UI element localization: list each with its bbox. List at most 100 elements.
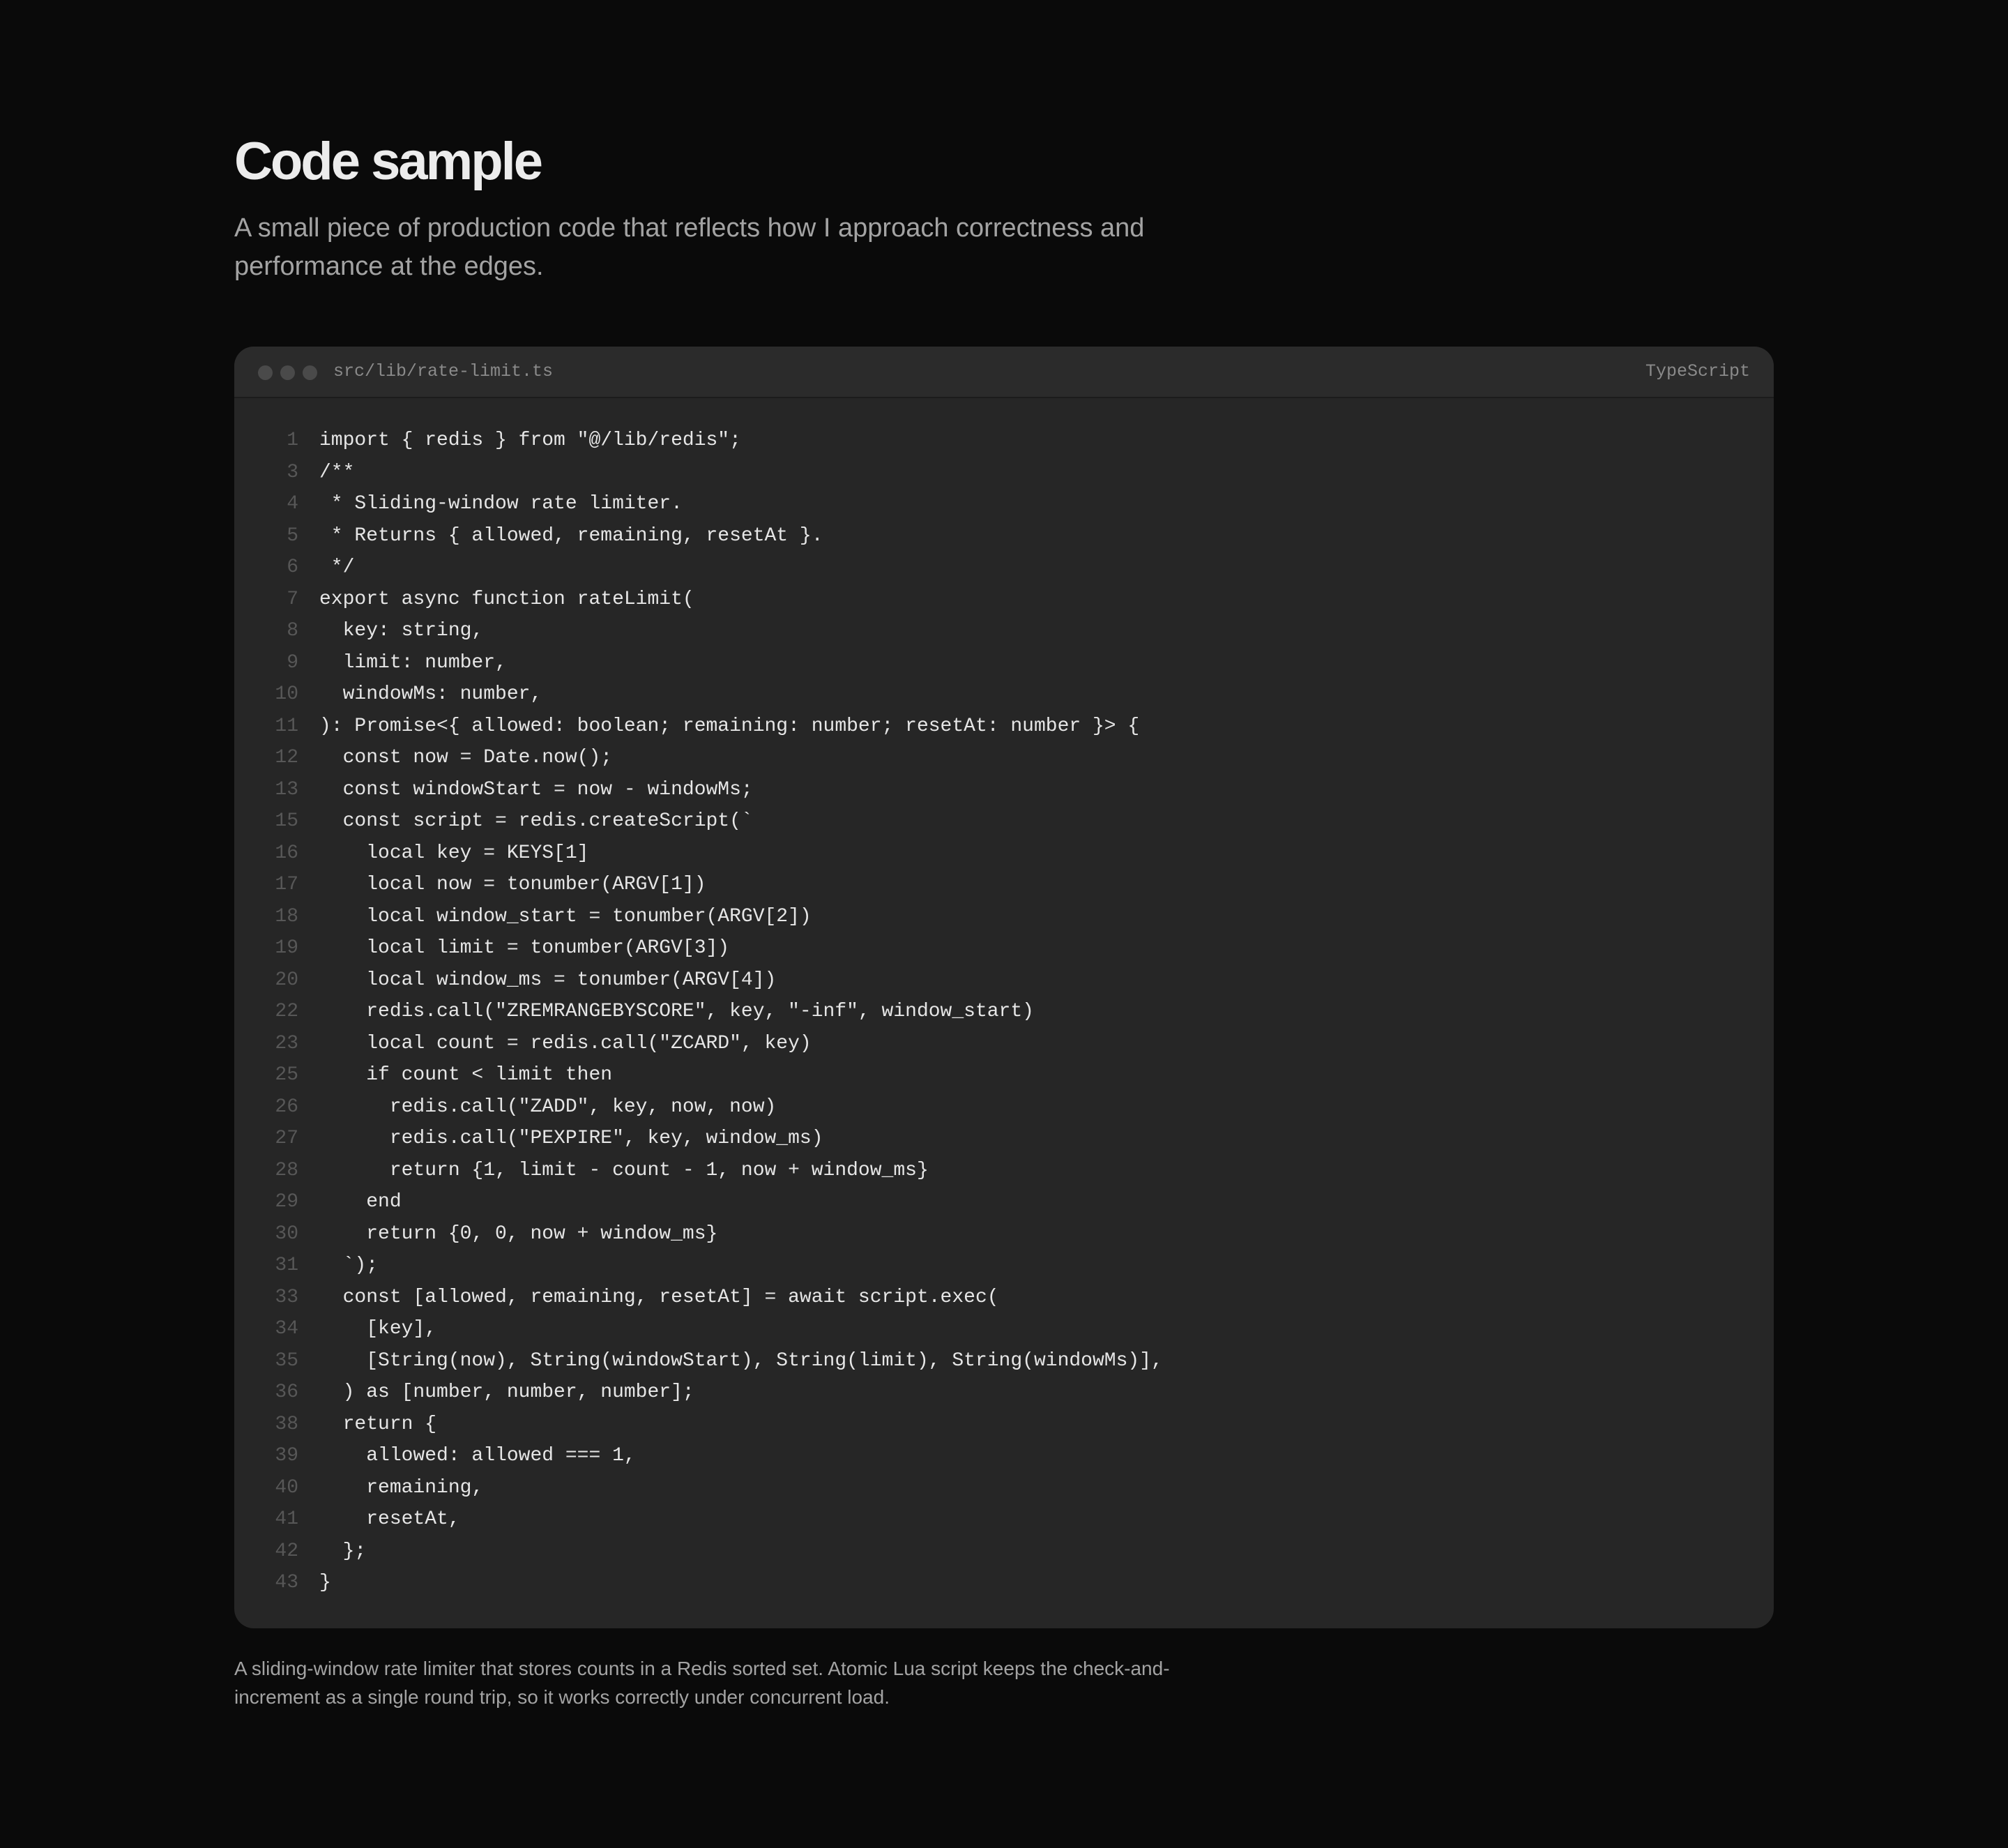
code-line: 20 local window_ms = tonumber(ARGV[4]) (234, 964, 1774, 997)
code-line: 41 resetAt, (234, 1504, 1774, 1536)
line-code: ): Promise<{ allowed: boolean; remaining… (319, 715, 1140, 737)
line-number: 42 (275, 1540, 298, 1562)
line-code: remaining, (319, 1476, 484, 1499)
code-line: 23 local count = redis.call("ZCARD", key… (234, 1028, 1774, 1060)
line-number: 25 (275, 1064, 298, 1086)
line-number: 18 (275, 905, 298, 927)
code-line: 1 import { redis } from "@/lib/redis"; (234, 425, 1774, 457)
code-line: 10 windowMs: number, (234, 679, 1774, 711)
line-number: 29 (275, 1191, 298, 1213)
line-code: local key = KEYS[1] (319, 842, 589, 864)
line-code: local count = redis.call("ZCARD", key) (319, 1032, 812, 1054)
line-number: 43 (275, 1572, 298, 1593)
line-number: 17 (275, 874, 298, 895)
code-line: 6 */ (234, 552, 1774, 584)
line-number: 26 (275, 1096, 298, 1118)
code-line: 11 ): Promise<{ allowed: boolean; remaini… (234, 711, 1774, 743)
code-line: 42 }; (234, 1536, 1774, 1568)
line-number: 33 (275, 1286, 298, 1308)
line-number: 13 (275, 778, 298, 801)
line-code: local window_start = tonumber(ARGV[2]) (319, 905, 812, 927)
page-title: Code sample (234, 132, 543, 191)
line-code: allowed: allowed === 1, (319, 1445, 636, 1467)
line-code: import { redis } from "@/lib/redis"; (319, 430, 741, 451)
code-line: 8 key: string, (234, 615, 1774, 647)
line-number: 9 (287, 651, 298, 674)
code-line: 26 redis.call("ZADD", key, now, now) (234, 1091, 1774, 1123)
line-number: 6 (287, 556, 298, 578)
line-number: 34 (275, 1318, 298, 1340)
line-code: windowMs: number, (319, 683, 542, 705)
line-number: 39 (275, 1445, 298, 1467)
line-code: local limit = tonumber(ARGV[3]) (319, 937, 730, 959)
code-line: 43} (234, 1567, 1774, 1599)
line-number: 20 (275, 969, 298, 991)
code-line: 5 * Returns { allowed, remaining, resetA… (234, 520, 1774, 552)
line-code: * Returns { allowed, remaining, resetAt … (319, 524, 823, 547)
line-code: redis.call("PEXPIRE", key, window_ms) (319, 1128, 823, 1149)
code-line: 35 [String(now), String(windowStart), St… (234, 1345, 1774, 1377)
line-number: 31 (275, 1255, 298, 1276)
code-line: 25 if count < limit then (234, 1059, 1774, 1091)
code-line: 40 remaining, (234, 1472, 1774, 1504)
line-code: const windowStart = now - windowMs; (319, 778, 753, 801)
line-code: end (319, 1191, 402, 1213)
line-code: */ (319, 556, 355, 578)
line-code: redis.call("ZADD", key, now, now) (319, 1096, 777, 1118)
code-line: 22 redis.call("ZREMRANGEBYSCORE", key, "… (234, 996, 1774, 1028)
line-number: 23 (275, 1032, 298, 1054)
code-line: 3 /** (234, 457, 1774, 489)
code-line: 17 local now = tonumber(ARGV[1]) (234, 869, 1774, 901)
line-number: 41 (275, 1508, 298, 1530)
line-number: 22 (275, 1001, 298, 1022)
code-line: 19 local limit = tonumber(ARGV[3]) (234, 932, 1774, 964)
line-code: [String(now), String(windowStart), Strin… (319, 1349, 1163, 1372)
line-code: const script = redis.createScript(` (319, 810, 753, 832)
line-number: 3 (287, 461, 298, 483)
code-line: 27 redis.call("PEXPIRE", key, window_ms) (234, 1123, 1774, 1155)
line-number: 1 (287, 430, 298, 451)
code-body[interactable]: 1 import { redis } from "@/lib/redis"; 3 /*… (234, 425, 1774, 1599)
language-label: TypeScript (1645, 361, 1750, 381)
line-number: 11 (275, 715, 298, 737)
line-code: limit: number, (319, 651, 507, 674)
line-code: redis.call("ZREMRANGEBYSCORE", key, "-in… (319, 1001, 1034, 1022)
code-line: 7 export async function rateLimit( (234, 584, 1774, 616)
line-code: }; (319, 1540, 367, 1562)
line-code: [key], (319, 1318, 437, 1340)
line-code: local window_ms = tonumber(ARGV[4]) (319, 969, 777, 991)
code-line: 31 `); (234, 1250, 1774, 1282)
code-line: 15 const script = redis.createScript(` (234, 805, 1774, 838)
window-dot-icon (258, 365, 273, 380)
line-number: 19 (275, 937, 298, 959)
window-title-bar: src/lib/rate-limit.ts TypeScript (234, 347, 1774, 398)
line-code: return {0, 0, now + window_ms} (319, 1222, 718, 1245)
line-number: 4 (287, 493, 298, 515)
code-line: 9 limit: number, (234, 647, 1774, 679)
line-code: `); (319, 1255, 379, 1276)
line-code: } (319, 1572, 331, 1593)
line-code: return {1, limit - count - 1, now + wind… (319, 1159, 929, 1181)
line-number: 28 (275, 1159, 298, 1181)
code-line: 30 return {0, 0, now + window_ms} (234, 1218, 1774, 1250)
line-number: 7 (287, 588, 298, 610)
line-number: 5 (287, 524, 298, 547)
line-number: 8 (287, 620, 298, 642)
code-line: 4 * Sliding-window rate limiter. (234, 488, 1774, 520)
window-dot-icon (303, 365, 317, 380)
line-number: 40 (275, 1476, 298, 1499)
page-subtitle: A small piece of production code that re… (234, 213, 1145, 281)
line-code: resetAt, (319, 1508, 460, 1530)
line-code: export async function rateLimit( (319, 588, 694, 610)
code-line: 13 const windowStart = now - windowMs; (234, 774, 1774, 806)
line-number: 35 (275, 1349, 298, 1372)
code-line: 29 end (234, 1186, 1774, 1218)
line-number: 16 (275, 842, 298, 864)
code-line: 39 allowed: allowed === 1, (234, 1440, 1774, 1472)
line-code: if count < limit then (319, 1064, 613, 1086)
line-code: ) as [number, number, number]; (319, 1381, 694, 1403)
code-line: 12 const now = Date.now(); (234, 742, 1774, 774)
line-code: * Sliding-window rate limiter. (319, 493, 683, 515)
code-window: src/lib/rate-limit.ts TypeScript 1 import… (234, 347, 1774, 1628)
code-line: 34 [key], (234, 1313, 1774, 1345)
